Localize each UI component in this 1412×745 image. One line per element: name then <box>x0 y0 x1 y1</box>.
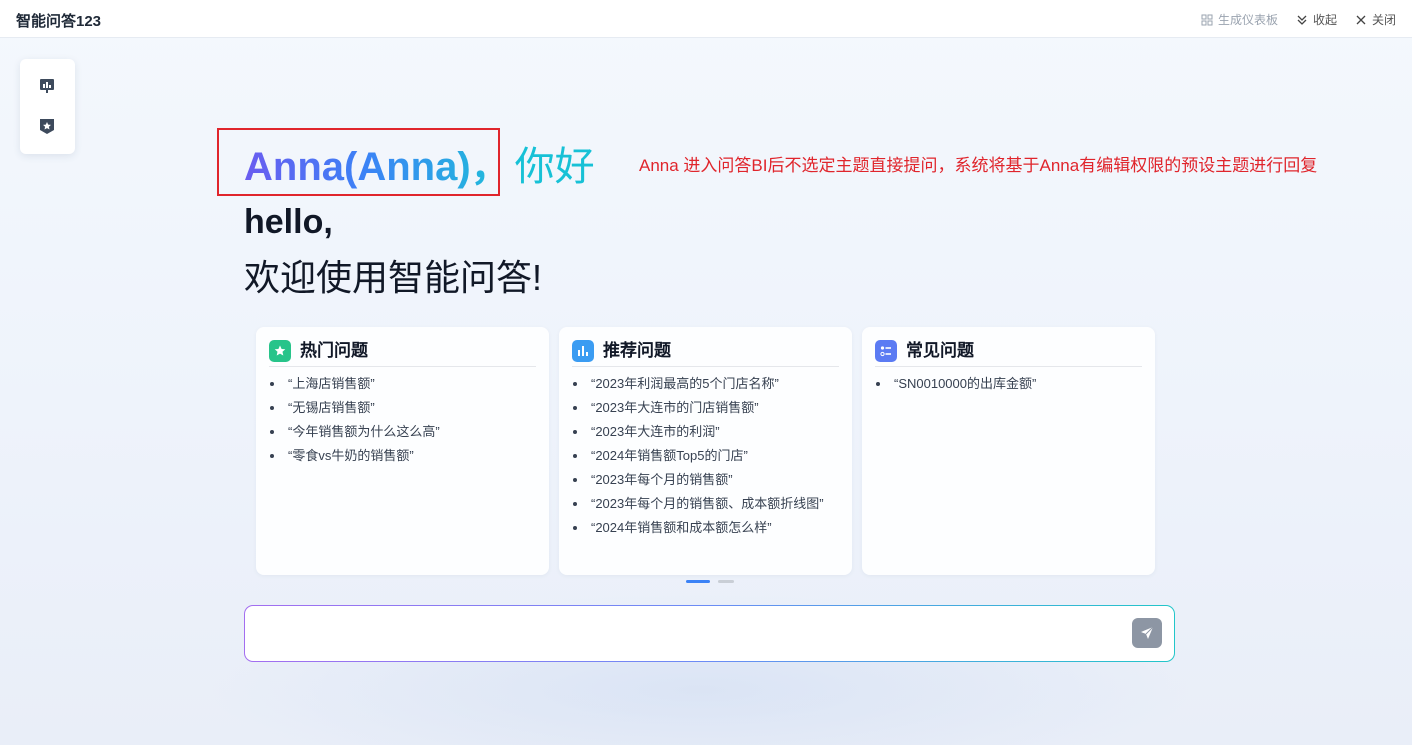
question-input-box <box>244 605 1175 662</box>
send-icon <box>1141 626 1154 639</box>
generate-dashboard-label: 生成仪表板 <box>1217 13 1278 27</box>
card-title: 热门问题 <box>300 341 368 360</box>
question-item[interactable]: “无锡店销售额” <box>268 398 535 417</box>
collapse-label: 收起 <box>1312 13 1337 27</box>
app-title: 智能问答123 <box>16 13 102 30</box>
carousel-pagination <box>686 580 734 583</box>
question-input-inner <box>245 606 1174 661</box>
top-bar: 智能问答123 生成仪表板 收起 关闭 <box>0 0 1412 38</box>
question-item[interactable]: “SN0010000的出库金额” <box>874 374 1141 393</box>
question-list: “上海店销售额” “无锡店销售额” “今年销售额为什么这么高” “零食vs牛奶的… <box>268 374 535 470</box>
annotation-text: Anna 进入问答BI后不选定主题直接提问，系统将基于Anna有编辑权限的预设主… <box>639 156 1318 175</box>
star-badge-icon <box>40 119 54 134</box>
chevron-down-double-icon <box>1297 15 1307 25</box>
close-icon <box>1356 15 1366 24</box>
generate-dashboard-button[interactable]: 生成仪表板 <box>1201 11 1278 28</box>
top-actions: 生成仪表板 收起 关闭 <box>1201 11 1396 28</box>
question-item[interactable]: “上海店销售额” <box>268 374 535 393</box>
welcome-heading: 欢迎使用智能问答! <box>244 257 543 298</box>
card-title: 推荐问题 <box>603 341 671 360</box>
question-item[interactable]: “2023年每个月的销售额、成本额折线图” <box>571 494 838 513</box>
question-item[interactable]: “2023年每个月的销售额” <box>571 470 838 489</box>
question-list: “2023年利润最高的5个门店名称” “2023年大连市的门店销售额” “202… <box>571 374 838 542</box>
card-header: 推荐问题 <box>572 340 839 367</box>
pagination-dot-2[interactable] <box>718 580 734 583</box>
common-questions-card: 常见问题 “SN0010000的出库金额” <box>862 327 1155 575</box>
favorites-button[interactable] <box>37 116 57 136</box>
greeting-hi: 你好 <box>514 145 595 189</box>
star-icon <box>269 340 291 362</box>
question-item[interactable]: “2024年销售额Top5的门店” <box>571 446 838 465</box>
question-item[interactable]: “2023年大连市的利润” <box>571 422 838 441</box>
bar-chart-icon <box>572 340 594 362</box>
annotation-highlight-box <box>217 128 500 196</box>
side-toolbar <box>20 59 75 154</box>
question-item[interactable]: “2023年利润最高的5个门店名称” <box>571 374 838 393</box>
card-header: 常见问题 <box>875 340 1142 367</box>
question-input[interactable] <box>259 618 1119 648</box>
dashboard-icon <box>1201 14 1213 25</box>
presentation-chart-icon <box>40 79 54 93</box>
question-item[interactable]: “2024年销售额和成本额怎么样” <box>571 518 838 537</box>
list-icon <box>875 340 897 362</box>
question-item[interactable]: “零食vs牛奶的销售额” <box>268 446 535 465</box>
chart-board-button[interactable] <box>37 76 57 96</box>
card-title: 常见问题 <box>906 341 974 360</box>
close-label: 关闭 <box>1371 13 1396 27</box>
send-button[interactable] <box>1132 618 1162 648</box>
hello-heading: hello, <box>244 203 333 241</box>
hot-questions-card: 热门问题 “上海店销售额” “无锡店销售额” “今年销售额为什么这么高” “零食… <box>256 327 549 575</box>
close-button[interactable]: 关闭 <box>1355 11 1396 28</box>
question-item[interactable]: “2023年大连市的门店销售额” <box>571 398 838 417</box>
card-header: 热门问题 <box>269 340 536 367</box>
question-list: “SN0010000的出库金额” <box>874 374 1141 398</box>
pagination-dot-1[interactable] <box>686 580 710 583</box>
question-item[interactable]: “今年销售额为什么这么高” <box>268 422 535 441</box>
recommended-questions-card: 推荐问题 “2023年利润最高的5个门店名称” “2023年大连市的门店销售额”… <box>559 327 852 575</box>
collapse-button[interactable]: 收起 <box>1296 11 1337 28</box>
